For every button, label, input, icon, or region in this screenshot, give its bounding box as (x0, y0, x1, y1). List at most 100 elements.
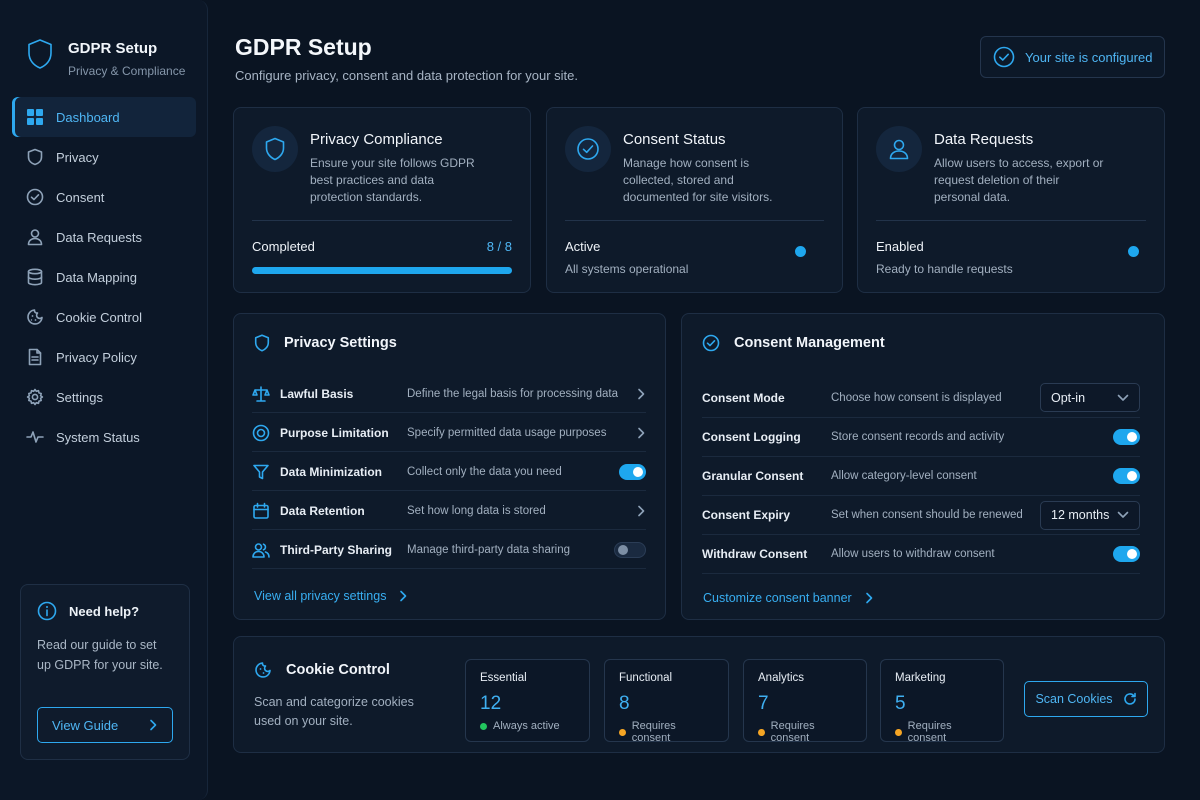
cookie-category-essential[interactable]: Essential 12 Always active (465, 659, 590, 742)
setting-desc: Allow users to withdraw consent (831, 548, 995, 560)
status-dot (895, 728, 902, 736)
sidebar-item-label: Dashboard (56, 109, 120, 125)
check-circle-icon (26, 188, 44, 206)
sidebar-item-consent[interactable]: Consent (12, 177, 196, 217)
setting-row-data-retention[interactable]: Data Retention Set how long data is stor… (252, 492, 646, 530)
chevron-right-icon[interactable] (636, 505, 646, 517)
status-dot (619, 728, 626, 736)
card-title: Privacy Compliance (310, 131, 443, 148)
consent-row-withdraw: Withdraw Consent Allow users to withdraw… (702, 535, 1140, 574)
refresh-icon (1123, 692, 1137, 706)
divider (876, 220, 1146, 221)
card-status: Completed (252, 239, 315, 254)
sidebar-item-privacy[interactable]: Privacy (12, 137, 196, 177)
setting-desc: Choose how consent is displayed (831, 391, 1002, 404)
cookie-category-functional[interactable]: Functional 8 Requires consent (604, 659, 729, 744)
consent-management-panel: Consent Management Consent Mode Choose h… (681, 313, 1165, 620)
cookie-control-desc: Scan and categorize cookies used on your… (254, 695, 414, 728)
sidebar: GDPR Setup Privacy & Compliance Dashboar… (0, 0, 208, 800)
check-circle-icon (565, 126, 611, 172)
configured-status-text: Your site is configured (1025, 49, 1153, 65)
granular-consent-toggle[interactable] (1113, 468, 1140, 484)
category-name: Essential (480, 672, 527, 684)
setting-desc: Collect only the data you need (407, 465, 562, 478)
cookie-control-panel: Cookie Control Scan and categorize cooki… (233, 636, 1165, 753)
view-guide-button[interactable]: View Guide (37, 707, 173, 743)
user-icon (26, 228, 44, 246)
cookie-category-analytics[interactable]: Analytics 7 Requires consent (743, 659, 867, 744)
help-title: Need help? (69, 603, 140, 619)
privacy-compliance-card: Privacy Compliance Ensure your site foll… (233, 107, 531, 293)
setting-name: Data Minimization (280, 464, 383, 479)
info-icon (37, 601, 57, 621)
select-value: Opt-in (1051, 390, 1086, 405)
cookie-category-marketing[interactable]: Marketing 5 Requires consent (880, 659, 1004, 744)
card-description: Allow users to access, export or request… (934, 156, 1104, 204)
third-party-sharing-toggle[interactable] (614, 541, 646, 558)
setting-desc: Allow category-level consent (831, 470, 977, 482)
brand-subtitle: Privacy & Compliance (68, 64, 186, 78)
sidebar-item-label: Data Mapping (56, 269, 137, 285)
setting-desc: Set when consent should be renewed (831, 509, 1023, 521)
chevron-right-icon[interactable] (636, 388, 646, 400)
sidebar-item-data-mapping[interactable]: Data Mapping (12, 257, 196, 297)
chevron-right-icon (864, 592, 874, 604)
scan-cookies-label: Scan Cookies (1035, 692, 1113, 706)
scale-icon (252, 385, 280, 403)
link-label: Customize consent banner (703, 591, 852, 605)
setting-name: Consent Expiry (702, 508, 791, 522)
setting-row-lawful-basis[interactable]: Lawful Basis Define the legal basis for … (252, 375, 646, 413)
sidebar-item-data-requests[interactable]: Data Requests (12, 217, 196, 257)
category-name: Functional (619, 672, 673, 684)
chevron-right-icon[interactable] (636, 427, 646, 439)
category-count: 5 (895, 693, 906, 714)
setting-name: Withdraw Consent (702, 547, 808, 561)
site-configured-badge: Your site is configured (980, 36, 1165, 78)
consent-expiry-select[interactable]: 12 months (1040, 500, 1140, 530)
database-icon (26, 268, 44, 286)
category-name: Marketing (895, 672, 946, 684)
consent-mode-select[interactable]: Opt-in (1040, 383, 1140, 412)
sidebar-item-cookie-control[interactable]: Cookie Control (12, 297, 196, 337)
toggle-knob (1127, 471, 1137, 481)
consent-row-logging: Consent Logging Store consent records an… (702, 418, 1140, 457)
setting-row-third-party-sharing[interactable]: Third-Party Sharing Manage third-party d… (252, 531, 646, 569)
shield-icon (252, 126, 298, 172)
chevron-down-icon (1117, 511, 1129, 519)
consent-logging-toggle[interactable] (1113, 429, 1140, 445)
setting-name: Granular Consent (702, 469, 804, 483)
grid-icon (26, 108, 44, 126)
category-note: Requires consent (907, 720, 952, 744)
divider (565, 220, 824, 221)
section-title: Cookie Control (286, 662, 390, 678)
customize-consent-banner-link[interactable]: Customize consent banner (703, 591, 874, 605)
setting-desc: Define the legal basis for processing da… (407, 387, 618, 400)
setting-name: Purpose Limitation (280, 425, 389, 440)
withdraw-consent-toggle[interactable] (1113, 546, 1140, 562)
compliance-progress-bar (252, 267, 512, 274)
sidebar-item-settings[interactable]: Settings (12, 377, 196, 417)
category-note: Requires consent (770, 720, 815, 744)
status-dot (480, 722, 487, 730)
sidebar-item-dashboard[interactable]: Dashboard (12, 97, 196, 137)
sidebar-item-system-status[interactable]: System Status (12, 417, 196, 457)
scan-cookies-button[interactable]: Scan Cookies (1024, 681, 1148, 717)
consent-status-card: Consent Status Manage how consent is col… (546, 107, 843, 293)
view-all-privacy-settings-link[interactable]: View all privacy settings (254, 589, 408, 603)
view-guide-label: View Guide (52, 717, 119, 733)
sidebar-item-privacy-policy[interactable]: Privacy Policy (12, 337, 196, 377)
help-box: Need help? Read our guide to set up GDPR… (20, 584, 190, 760)
chevron-down-icon (1117, 394, 1129, 402)
setting-name: Consent Mode (702, 390, 785, 405)
sidebar-item-label: Settings (56, 389, 103, 405)
page-subtitle: Configure privacy, consent and data prot… (235, 68, 579, 83)
setting-name: Consent Logging (702, 430, 801, 444)
calendar-icon (252, 502, 280, 520)
setting-name: Data Retention (280, 503, 365, 518)
setting-row-purpose-limitation[interactable]: Purpose Limitation Specify permitted dat… (252, 414, 646, 452)
compliance-count: 8 / 8 (486, 239, 512, 254)
setting-desc: Set how long data is stored (407, 504, 546, 517)
filter-icon (252, 463, 280, 481)
data-minimization-toggle[interactable] (619, 463, 646, 480)
setting-row-data-minimization[interactable]: Data Minimization Collect only the data … (252, 453, 646, 491)
